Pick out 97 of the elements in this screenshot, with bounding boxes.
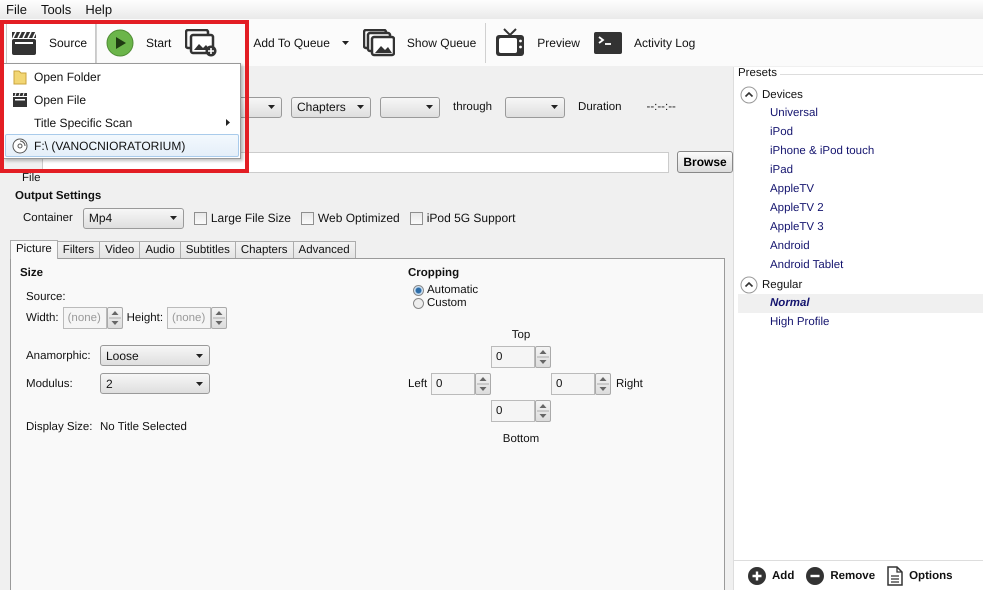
- tree-item[interactable]: Devices: [762, 88, 803, 100]
- folder-icon: [13, 68, 27, 84]
- collapse-icon[interactable]: [740, 276, 758, 294]
- number-field[interactable]: 0: [491, 400, 535, 422]
- tree-item[interactable]: Android: [738, 237, 983, 256]
- tree-item[interactable]: iPod: [738, 123, 983, 142]
- radio-button[interactable]: Custom: [413, 297, 643, 310]
- spin-buttons[interactable]: [211, 306, 228, 328]
- tree-item[interactable]: Regular: [762, 278, 802, 290]
- minus-icon: [806, 566, 824, 584]
- tree-item[interactable]: iPad: [738, 161, 983, 180]
- radio-button[interactable]: Automatic: [413, 284, 643, 297]
- checkbox[interactable]: iPod 5G Support: [410, 211, 516, 225]
- images-plus-icon: [185, 28, 218, 56]
- tv-icon: [495, 28, 526, 58]
- destination-label: File: [22, 172, 42, 184]
- dropdown-arrow-icon: [196, 354, 203, 358]
- number-field[interactable]: 0: [491, 346, 535, 368]
- spin-buttons[interactable]: [535, 400, 551, 422]
- display-size-value: No Title Selected: [100, 420, 187, 432]
- container-label: Container: [23, 212, 73, 224]
- dropdown-arrow-icon: [357, 105, 364, 109]
- anamorphic-label: Anamorphic:: [26, 350, 92, 362]
- collapse-icon[interactable]: [740, 86, 758, 104]
- toolbar-button[interactable]: Show Queue: [358, 20, 486, 64]
- checkbox[interactable]: Web Optimized: [300, 211, 400, 225]
- number-field[interactable]: 0: [551, 372, 595, 394]
- checkbox[interactable]: Large File Size: [194, 211, 291, 225]
- plus-icon: [748, 566, 766, 584]
- tree-item[interactable]: AppleTV: [738, 180, 983, 199]
- menu-item[interactable]: Open Folder: [5, 65, 239, 88]
- duration-label: Duration: [578, 101, 622, 113]
- source-label: Source:: [26, 291, 67, 303]
- tab[interactable]: Video: [100, 241, 140, 258]
- display-size-label: Display Size:: [26, 420, 94, 432]
- dropdown[interactable]: Mp4: [82, 208, 184, 228]
- menu-item[interactable]: File: [6, 1, 27, 18]
- dropdown[interactable]: [505, 96, 566, 118]
- tab[interactable]: Audio: [140, 241, 181, 258]
- section-title: Size: [20, 267, 44, 279]
- toolbar-button[interactable]: Remove: [806, 566, 876, 584]
- play-icon: [106, 28, 134, 56]
- spin-buttons[interactable]: [535, 346, 551, 368]
- dropdown-arrow-icon: [170, 216, 177, 220]
- dropdown[interactable]: [380, 96, 440, 118]
- menu-item[interactable]: F:\ (VANOCNIORATORIUM): [5, 134, 239, 157]
- spin-buttons[interactable]: [475, 372, 491, 394]
- modulus-label: Modulus:: [26, 378, 74, 390]
- dropdown-arrow-icon: [551, 105, 558, 109]
- tree-item[interactable]: AppleTV 2: [738, 199, 983, 218]
- group-title: Presets: [738, 67, 780, 79]
- images-icon: [362, 28, 395, 56]
- menu-item[interactable]: Help: [85, 1, 112, 18]
- tab[interactable]: Chapters: [236, 241, 294, 258]
- toolbar-button[interactable]: Add: [748, 566, 794, 584]
- number-field[interactable]: 0: [431, 372, 475, 394]
- menu-item[interactable]: Open File: [5, 88, 239, 111]
- tab[interactable]: Subtitles: [180, 241, 236, 258]
- document-icon: [887, 566, 904, 586]
- left-label: Left: [408, 378, 428, 390]
- toolbar-button[interactable]: Preview: [490, 20, 589, 64]
- width-label: Width:: [26, 312, 59, 324]
- section-title: Output Settings: [14, 190, 102, 202]
- toolbar-button[interactable]: Options: [887, 566, 953, 586]
- dropdown[interactable]: 2: [100, 373, 210, 394]
- spin-buttons[interactable]: [595, 372, 611, 394]
- bottom-label: Bottom: [502, 433, 540, 445]
- top-label: Top: [510, 329, 532, 341]
- menu-item[interactable]: Title Specific Scan: [5, 111, 239, 134]
- right-label: Right: [615, 378, 643, 390]
- tree-item[interactable]: Android Tablet: [738, 256, 983, 275]
- tree-item[interactable]: Normal: [738, 294, 983, 313]
- duration-value: --:--:--: [646, 101, 676, 113]
- tab[interactable]: Filters: [58, 241, 100, 258]
- menu-item[interactable]: Tools: [40, 1, 72, 18]
- browse-button[interactable]: Browse: [677, 151, 733, 173]
- terminal-icon: [594, 32, 622, 54]
- height-label: Height:: [126, 312, 164, 324]
- dropdown-arrow-icon: [196, 382, 203, 386]
- through-label: through: [453, 101, 492, 113]
- tab[interactable]: Picture: [10, 240, 58, 259]
- toolbar-button[interactable]: Start: [101, 20, 180, 64]
- dropdown-arrow-icon: [426, 105, 433, 109]
- clapper-icon: [11, 30, 37, 56]
- section-title: Cropping: [408, 267, 460, 279]
- clapper-icon: [12, 92, 28, 108]
- tree-item[interactable]: AppleTV 3: [738, 218, 983, 237]
- tab[interactable]: Advanced: [294, 241, 356, 258]
- tree-item[interactable]: iPhone & iPod touch: [738, 142, 983, 161]
- dropdown-arrow-icon: [268, 105, 275, 109]
- disc-icon: [12, 138, 28, 154]
- dropdown[interactable]: Loose: [100, 345, 210, 366]
- tree-item[interactable]: Universal: [738, 104, 983, 123]
- toolbar-button[interactable]: Activity Log: [588, 20, 704, 64]
- spin-buttons[interactable]: [106, 306, 123, 328]
- tree-item[interactable]: High Profile: [738, 313, 983, 332]
- dropdown[interactable]: Chapters: [291, 96, 371, 118]
